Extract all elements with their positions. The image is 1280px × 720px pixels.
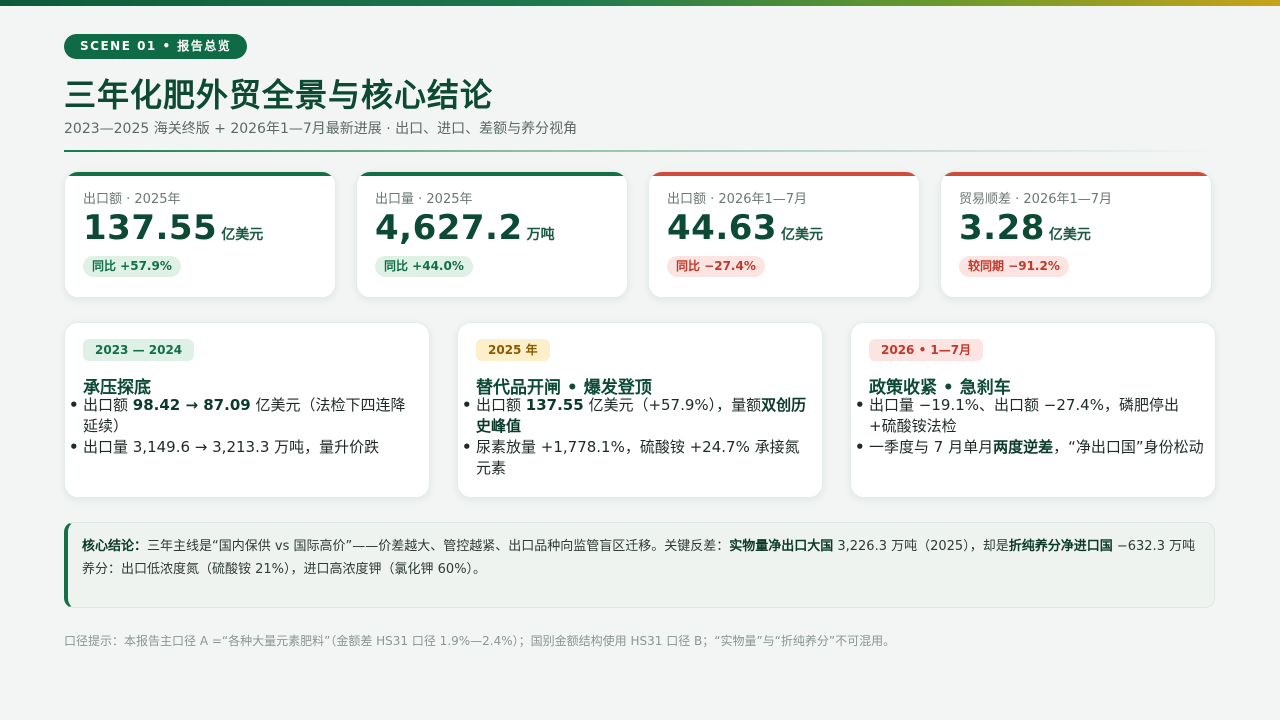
- list-item: • 出口量 −19.1%、出口额 −27.4%，磷肥停出 +硫酸铵法检: [855, 396, 1179, 435]
- list-item: • 出口量 3,149.6 → 3,213.3 万吨，量升价跌: [69, 438, 380, 456]
- kpi-value: 3.28: [959, 208, 1045, 248]
- kpi-card-export-value-2025: 出口额 · 2025年 137.55 亿美元 同比 +57.9%: [64, 171, 336, 298]
- list-item: • 尿素放量 +1,778.1%，硫酸铵 +24.7% 承接氮元素: [462, 438, 800, 477]
- phase-card-2023-2024: 2023 — 2024 承压探底 • 出口额 98.42 → 87.09 亿美元（…: [64, 322, 430, 498]
- kpi-change-badge: 同比 +57.9%: [83, 256, 181, 277]
- kpi-label: 出口额 · 2025年: [83, 192, 181, 207]
- list-item: • 一季度与 7 月单月两度逆差，“净出口国”身份松动: [855, 438, 1204, 456]
- phase-card-2026: 2026 • 1—7月 政策收紧 • 急刹车 • 出口量 −19.1%、出口额 −…: [850, 322, 1216, 498]
- kpi-unit: 亿美元: [781, 227, 824, 243]
- phase-tag: 2025 年: [476, 339, 550, 361]
- header-divider: [64, 150, 1214, 152]
- list-item: • 出口额 137.55 亿美元（+57.9%），量额双创历史峰值: [462, 396, 807, 435]
- kpi-change-badge: 较同期 −91.2%: [959, 256, 1069, 277]
- conclusion-text: 核心结论：三年主线是“国内保供 vs 国际高价”——价差越大、管控越紧、出口品种…: [82, 539, 1196, 577]
- scene-tag: SCENE 01 • 报告总览: [64, 34, 248, 59]
- phase-card-2025: 2025 年 替代品开闸 • 爆发登顶 • 出口额 137.55 亿美元（+57.…: [457, 322, 823, 498]
- core-conclusion-box: 核心结论：三年主线是“国内保供 vs 国际高价”——价差越大、管控越紧、出口品种…: [64, 522, 1215, 608]
- kpi-change-badge: 同比 −27.4%: [667, 256, 765, 277]
- kpi-card-export-volume-2025: 出口量 · 2025年 4,627.2 万吨 同比 +44.0%: [356, 171, 628, 298]
- page-subtitle: 2023—2025 海关终版 + 2026年1—7月最新进展 · 出口、进口、差…: [64, 121, 578, 137]
- phase-bullets: • 出口额 137.55 亿美元（+57.9%），量额双创历史峰值 • 尿素放量 +…: [462, 395, 811, 479]
- footnote: 口径提示：本报告主口径 A =“各种大量元素肥料”（金额差 HS31 口径 1.…: [64, 634, 896, 648]
- kpi-unit: 万吨: [526, 227, 555, 243]
- phase-bullets: • 出口量 −19.1%、出口额 −27.4%，磷肥停出 +硫酸铵法检 • 一季度与…: [855, 395, 1204, 458]
- top-accent-bar: [0, 0, 1280, 6]
- page-title: 三年化肥外贸全景与核心结论: [64, 76, 494, 114]
- kpi-unit: 亿美元: [221, 227, 264, 243]
- kpi-change-badge: 同比 +44.0%: [375, 256, 473, 277]
- kpi-label: 贸易顺差 · 2026年1—7月: [959, 192, 1113, 207]
- kpi-value: 44.63: [667, 208, 778, 248]
- kpi-card-export-value-2026: 出口额 · 2026年1—7月 44.63 亿美元 同比 −27.4%: [648, 171, 920, 298]
- kpi-card-trade-surplus-2026: 贸易顺差 · 2026年1—7月 3.28 亿美元 较同期 −91.2%: [940, 171, 1212, 298]
- phase-tag: 2023 — 2024: [83, 339, 195, 361]
- phase-tag: 2026 • 1—7月: [869, 339, 984, 361]
- kpi-unit: 亿美元: [1048, 227, 1091, 243]
- kpi-value: 137.55: [83, 208, 218, 248]
- list-item: • 出口额 98.42 → 87.09 亿美元（法检下四连降延续）: [69, 396, 406, 435]
- kpi-value: 4,627.2: [375, 208, 523, 248]
- kpi-label: 出口额 · 2026年1—7月: [667, 192, 808, 207]
- phase-bullets: • 出口额 98.42 → 87.09 亿美元（法检下四连降延续） • 出口量 3,…: [69, 395, 418, 458]
- kpi-label: 出口量 · 2025年: [375, 192, 473, 207]
